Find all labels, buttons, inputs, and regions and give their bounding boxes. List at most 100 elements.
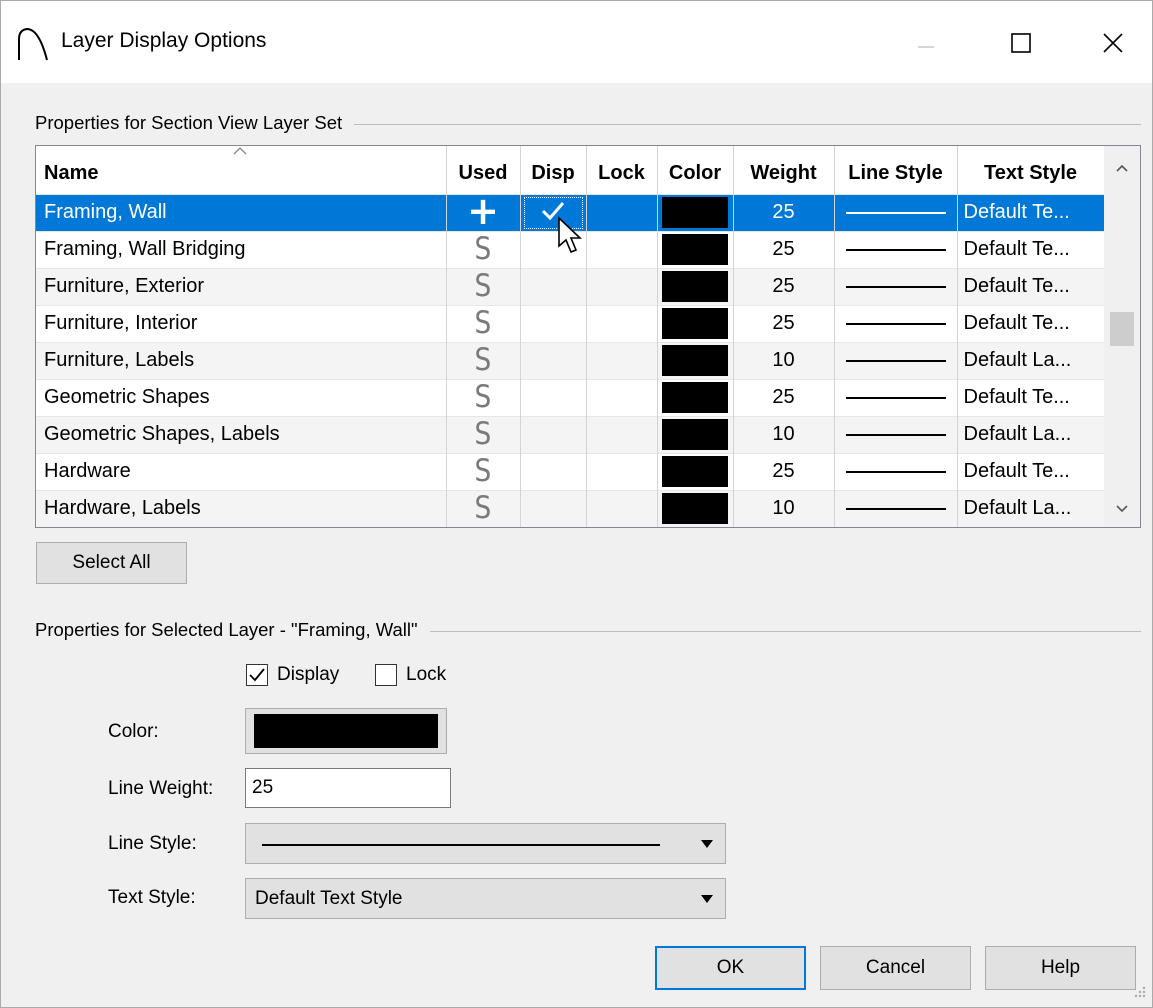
column-header-text-style[interactable]: Text Style xyxy=(957,146,1105,194)
layer-disp-cell[interactable] xyxy=(520,341,587,379)
layer-weight[interactable]: 25 xyxy=(733,267,835,305)
layer-weight[interactable]: 25 xyxy=(733,452,835,490)
layer-line-style-cell[interactable] xyxy=(834,193,958,231)
layer-name[interactable]: Geometric Shapes, Labels xyxy=(36,415,447,453)
layer-row[interactable]: Furniture, Labels S 10 Default La... xyxy=(36,341,1105,379)
layer-text-style[interactable]: Default Te... xyxy=(957,304,1105,342)
layer-color-cell[interactable] xyxy=(657,267,734,305)
layer-color-cell[interactable] xyxy=(657,304,734,342)
display-checkbox[interactable] xyxy=(246,664,268,686)
layer-line-style-cell[interactable] xyxy=(834,489,958,527)
vertical-scrollbar[interactable] xyxy=(1104,146,1140,527)
help-button[interactable]: Help xyxy=(985,946,1136,990)
layer-row[interactable]: Furniture, Interior S 25 Default Te... xyxy=(36,304,1105,342)
layer-color-cell[interactable] xyxy=(657,452,734,490)
ok-button[interactable]: OK xyxy=(655,946,806,990)
layer-text-style[interactable]: Default Te... xyxy=(957,452,1105,490)
layer-color-cell[interactable] xyxy=(657,378,734,416)
layer-name[interactable]: Framing, Wall xyxy=(36,193,447,231)
column-header-name[interactable]: Name xyxy=(36,146,447,194)
layer-row[interactable]: Geometric Shapes, Labels S 10 Default La... xyxy=(36,415,1105,453)
minimize-button[interactable] xyxy=(896,23,956,63)
layer-text-style[interactable]: Default La... xyxy=(957,341,1105,379)
layer-weight[interactable]: 25 xyxy=(733,304,835,342)
layer-used-cell[interactable]: S xyxy=(446,267,521,305)
layer-text-style[interactable]: Default Te... xyxy=(957,267,1105,305)
cancel-button[interactable]: Cancel xyxy=(820,946,971,990)
layer-lock-cell[interactable] xyxy=(586,193,658,231)
column-header-used[interactable]: Used xyxy=(446,146,521,194)
layer-lock-cell[interactable] xyxy=(586,378,658,416)
layer-line-style-cell[interactable] xyxy=(834,341,958,379)
column-header-disp[interactable]: Disp xyxy=(520,146,587,194)
layer-weight[interactable]: 25 xyxy=(733,193,835,231)
layer-disp-cell[interactable] xyxy=(520,415,587,453)
layer-name[interactable]: Furniture, Exterior xyxy=(36,267,447,305)
column-header-weight[interactable]: Weight xyxy=(733,146,835,194)
layer-line-style-cell[interactable] xyxy=(834,267,958,305)
layer-text-style[interactable]: Default Te... xyxy=(957,230,1105,268)
select-all-button[interactable]: Select All xyxy=(36,542,187,584)
layer-text-style[interactable]: Default Te... xyxy=(957,193,1105,231)
layer-disp-cell[interactable] xyxy=(520,378,587,416)
layer-weight[interactable]: 25 xyxy=(733,230,835,268)
layer-row[interactable]: Hardware, Labels S 10 Default La... xyxy=(36,489,1105,527)
scroll-up-button[interactable] xyxy=(1104,150,1140,186)
layer-lock-cell[interactable] xyxy=(586,341,658,379)
layer-used-cell[interactable]: S xyxy=(446,341,521,379)
layer-used-cell[interactable]: + xyxy=(446,193,521,231)
column-header-line-style[interactable]: Line Style xyxy=(834,146,958,194)
layer-name[interactable]: Hardware, Labels xyxy=(36,489,447,527)
layer-used-cell[interactable]: S xyxy=(446,378,521,416)
layer-lock-cell[interactable] xyxy=(586,415,658,453)
scroll-down-button[interactable] xyxy=(1104,491,1140,527)
layer-row[interactable]: Furniture, Exterior S 25 Default Te... xyxy=(36,267,1105,305)
layer-name[interactable]: Geometric Shapes xyxy=(36,378,447,416)
layer-name[interactable]: Furniture, Labels xyxy=(36,341,447,379)
layer-name[interactable]: Hardware xyxy=(36,452,447,490)
layer-line-style-cell[interactable] xyxy=(834,230,958,268)
layer-text-style[interactable]: Default Te... xyxy=(957,378,1105,416)
layer-text-style[interactable]: Default La... xyxy=(957,415,1105,453)
layer-weight[interactable]: 10 xyxy=(733,415,835,453)
layer-line-style-cell[interactable] xyxy=(834,415,958,453)
layer-row[interactable]: Geometric Shapes S 25 Default Te... xyxy=(36,378,1105,416)
layer-used-cell[interactable]: S xyxy=(446,452,521,490)
layer-color-cell[interactable] xyxy=(657,489,734,527)
layer-weight[interactable]: 10 xyxy=(733,341,835,379)
layer-text-style[interactable]: Default La... xyxy=(957,489,1105,527)
layer-lock-cell[interactable] xyxy=(586,267,658,305)
layer-disp-cell[interactable] xyxy=(520,304,587,342)
layers-grid[interactable]: Name Used Disp Lock Color Weight Line St… xyxy=(35,145,1141,528)
column-header-color[interactable]: Color xyxy=(657,146,734,194)
resize-grip-icon[interactable] xyxy=(1131,983,1147,999)
scroll-thumb[interactable] xyxy=(1110,312,1134,346)
layer-used-cell[interactable]: S xyxy=(446,489,521,527)
lock-checkbox[interactable] xyxy=(375,664,397,686)
layer-name[interactable]: Furniture, Interior xyxy=(36,304,447,342)
layer-used-cell[interactable]: S xyxy=(446,415,521,453)
layer-lock-cell[interactable] xyxy=(586,489,658,527)
line-weight-input[interactable]: 25 xyxy=(245,768,451,808)
layer-used-cell[interactable]: S xyxy=(446,304,521,342)
color-picker-button[interactable] xyxy=(245,708,447,754)
layer-lock-cell[interactable] xyxy=(586,304,658,342)
layer-disp-cell[interactable] xyxy=(520,452,587,490)
layer-line-style-cell[interactable] xyxy=(834,378,958,416)
lock-label[interactable]: Lock xyxy=(406,664,446,686)
line-style-select[interactable] xyxy=(245,823,726,864)
layer-weight[interactable]: 10 xyxy=(733,489,835,527)
layer-color-cell[interactable] xyxy=(657,193,734,231)
layer-disp-cell[interactable] xyxy=(520,267,587,305)
maximize-button[interactable] xyxy=(991,23,1051,63)
layer-name[interactable]: Framing, Wall Bridging xyxy=(36,230,447,268)
layer-color-cell[interactable] xyxy=(657,230,734,268)
layer-disp-cell[interactable] xyxy=(520,489,587,527)
layer-line-style-cell[interactable] xyxy=(834,452,958,490)
layer-lock-cell[interactable] xyxy=(586,230,658,268)
layer-color-cell[interactable] xyxy=(657,341,734,379)
layer-line-style-cell[interactable] xyxy=(834,304,958,342)
layer-lock-cell[interactable] xyxy=(586,452,658,490)
display-label[interactable]: Display xyxy=(277,664,339,686)
title-bar[interactable]: Layer Display Options xyxy=(1,1,1152,83)
